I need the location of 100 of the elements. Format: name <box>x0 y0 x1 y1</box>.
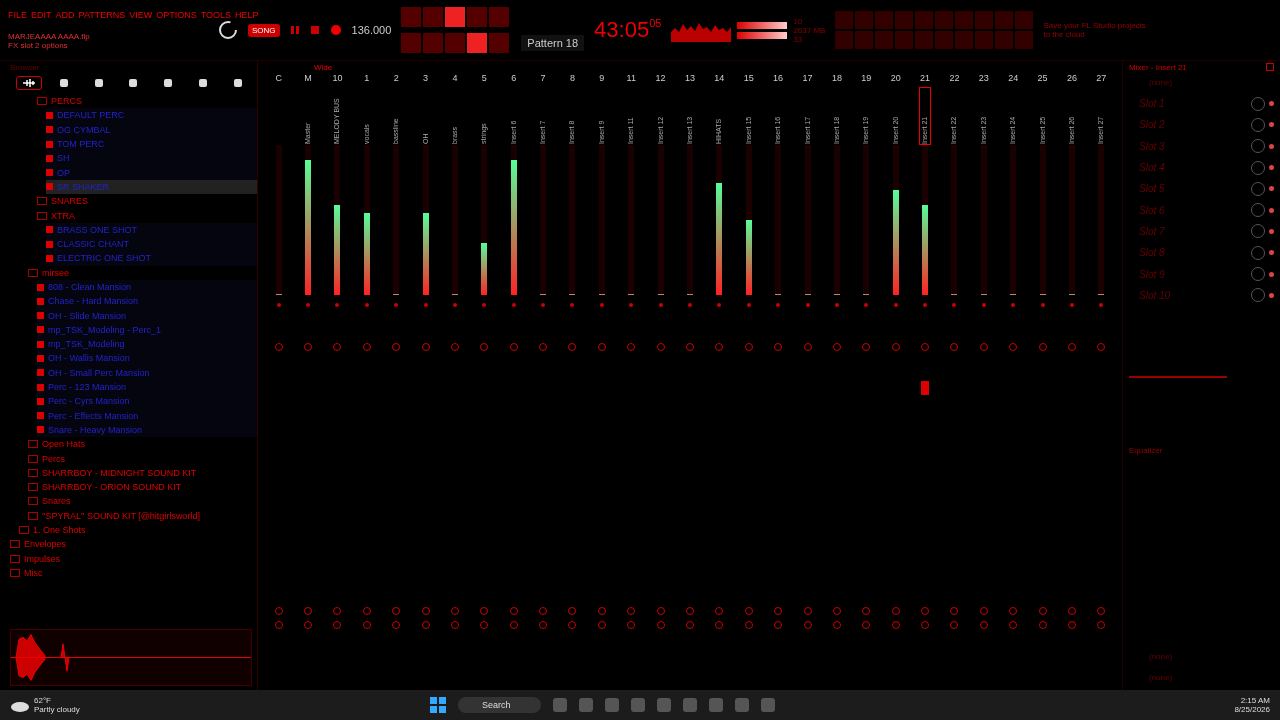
send-dot[interactable] <box>599 303 604 307</box>
menu-item[interactable]: TOOLS <box>200 10 232 20</box>
master-volume-knob[interactable] <box>218 20 238 40</box>
track-number: 17 <box>802 73 813 85</box>
send-dot[interactable] <box>570 303 575 307</box>
volume-fader[interactable] <box>921 381 930 395</box>
folder-item[interactable]: SNARES <box>37 194 257 209</box>
track-number: 23 <box>978 73 989 85</box>
track-number: 26 <box>1066 73 1077 85</box>
slot-toggle[interactable] <box>1269 122 1274 128</box>
folder-item[interactable]: Snares <box>28 494 257 509</box>
slot-toggle[interactable] <box>1269 292 1274 298</box>
menu-item[interactable]: HELP <box>235 10 259 20</box>
folder-item[interactable]: SHARRBOY - MIDNIGHT SOUND KIT <box>28 465 257 480</box>
toolbar-button[interactable] <box>445 7 466 27</box>
send-dot[interactable] <box>482 303 487 307</box>
taskbar-app-icon[interactable] <box>734 698 749 712</box>
send-dot[interactable] <box>776 303 781 307</box>
slot-toggle[interactable] <box>1269 271 1274 277</box>
menu-item[interactable]: PATTERNS <box>78 10 126 20</box>
news-text[interactable]: Save your FL Studio projects to the cloud <box>1043 21 1154 39</box>
menu-item[interactable]: VIEW <box>129 10 153 20</box>
send-dot[interactable] <box>923 303 928 307</box>
pattern-selector[interactable]: Pattern 18 <box>521 35 585 51</box>
record-icon[interactable] <box>329 24 342 36</box>
pause-icon[interactable] <box>289 25 300 35</box>
slot-toggle[interactable] <box>1269 143 1274 149</box>
slot-toggle[interactable] <box>1269 186 1274 192</box>
folder-icon <box>37 97 47 106</box>
send-dot[interactable] <box>511 303 516 307</box>
taskbar-app-icon[interactable] <box>656 698 671 712</box>
send-dot[interactable] <box>981 303 986 307</box>
folder-item[interactable]: XTRA <box>37 208 257 223</box>
taskbar-app-icon[interactable] <box>682 698 697 712</box>
panel-title: Mixer - Insert 21 <box>1129 63 1187 72</box>
taskbar-app-icon[interactable] <box>578 698 593 712</box>
send-dot[interactable] <box>335 303 340 307</box>
send-dot[interactable] <box>864 303 869 307</box>
send-dot[interactable] <box>541 303 546 307</box>
send-dot[interactable] <box>658 303 663 307</box>
send-dot[interactable] <box>452 303 457 307</box>
menu-item[interactable]: FILE <box>8 10 27 20</box>
track-number: 1 <box>364 73 370 85</box>
send-dot[interactable] <box>276 303 281 307</box>
taskbar-app-icon[interactable] <box>760 698 775 712</box>
browser-tab[interactable] <box>16 76 42 90</box>
toolbar-button[interactable] <box>467 33 488 53</box>
folder-item[interactable]: mirsee <box>28 265 257 280</box>
taskbar-app-icon[interactable] <box>604 698 619 712</box>
taskbar-app-icon[interactable] <box>630 698 645 712</box>
send-dot[interactable] <box>1011 303 1016 307</box>
view-mode-label[interactable]: Wide <box>314 63 333 72</box>
folder-item[interactable]: Misc <box>10 565 257 581</box>
send-dot[interactable] <box>893 303 898 307</box>
send-dot[interactable] <box>629 303 634 307</box>
tempo-display[interactable]: 136.000 <box>351 24 392 36</box>
track-number: 2 <box>393 73 399 85</box>
send-dot[interactable] <box>394 303 399 307</box>
send-dot[interactable] <box>306 303 311 307</box>
search-field[interactable]: Search <box>458 697 541 713</box>
slot-toggle[interactable] <box>1269 228 1274 234</box>
stop-icon[interactable] <box>309 25 320 35</box>
clock-time: 2:15 AM <box>1240 696 1270 705</box>
send-dot[interactable] <box>423 303 428 307</box>
folder-item[interactable]: Envelopes <box>10 537 257 552</box>
slot-toggle[interactable] <box>1269 250 1274 256</box>
send-dot[interactable] <box>717 303 722 307</box>
menu-item[interactable]: OPTIONS <box>156 10 197 20</box>
folder-item[interactable]: Open Hats <box>28 437 257 452</box>
song-mode-button[interactable]: SONG <box>248 23 280 37</box>
send-dot[interactable] <box>805 303 810 307</box>
send-dot[interactable] <box>746 303 751 307</box>
send-dot[interactable] <box>1040 303 1045 307</box>
taskbar-app-icon[interactable] <box>552 698 567 712</box>
menu-item[interactable]: ADD <box>55 10 75 20</box>
send-dot[interactable] <box>834 303 839 307</box>
send-dot[interactable] <box>1069 303 1074 307</box>
menu-item[interactable]: EDIT <box>31 10 52 20</box>
send-dot[interactable] <box>688 303 692 307</box>
folder-item[interactable]: Impulses <box>10 551 257 566</box>
folder-item[interactable]: 1. One Shots <box>19 522 257 538</box>
folder-item[interactable]: Percs <box>28 451 257 466</box>
slot-toggle[interactable] <box>1269 207 1274 213</box>
track-number: 3 <box>423 73 429 85</box>
folder-item[interactable]: SHARRBOY - ORION SOUND KIT <box>28 480 257 495</box>
slot-toggle[interactable] <box>1269 165 1274 171</box>
windows-icon[interactable] <box>430 697 446 713</box>
track-number: 14 <box>714 73 725 85</box>
send-dot[interactable] <box>1099 303 1104 307</box>
folder-item[interactable]: PERCS <box>37 94 257 109</box>
equalizer-label[interactable]: Equalizer <box>1129 445 1274 455</box>
tab-icon <box>232 78 243 88</box>
send-dot[interactable] <box>364 303 369 307</box>
slot-toggle[interactable] <box>1269 101 1274 107</box>
track-number: 24 <box>1008 73 1019 85</box>
folder-item[interactable]: ''SPYRAL'' SOUND KIT [@hitgirlsworld] <box>28 508 257 523</box>
clock-date: 8/25/2026 <box>1234 705 1270 714</box>
send-dot[interactable] <box>952 303 957 307</box>
taskbar-app-icon[interactable] <box>708 698 723 712</box>
waveform-icon <box>23 79 35 87</box>
